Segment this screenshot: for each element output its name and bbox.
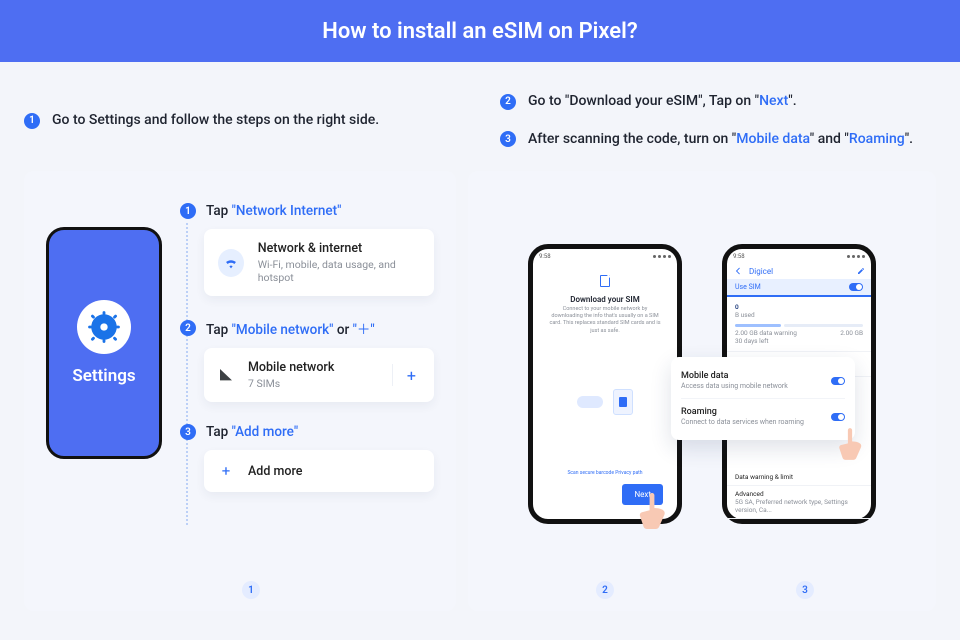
- sub-step-number-1: 1: [180, 203, 196, 219]
- sub-step-number-3: 3: [180, 424, 196, 440]
- sim-card-icon: [613, 389, 633, 415]
- roaming-sub: Connect to data services when roaming: [681, 418, 804, 426]
- carrier-title: Digicel: [749, 267, 773, 276]
- advanced-sub: 5G SA, Preferred network type, Settings …: [735, 498, 863, 514]
- status-time-3: 9:58: [733, 253, 745, 260]
- card-mobile-plus[interactable]: +: [392, 364, 420, 386]
- sub-step-3: 3 Tap "Add more" + Add more: [180, 424, 434, 492]
- intro-step-3-text: After scanning the code, turn on "Mobile…: [528, 130, 913, 150]
- sub-step-1: 1 Tap "Network Internet" Network & inter…: [180, 203, 434, 296]
- card-mobile-sub: 7 SIMs: [248, 377, 334, 390]
- card-network-sub: Wi-Fi, mobile, data usage, and hotspot: [258, 258, 420, 284]
- roaming-toggle[interactable]: [831, 413, 845, 421]
- pointer-hand-icon-2: [835, 426, 865, 462]
- mobile-data-toggle[interactable]: [831, 377, 845, 385]
- mobile-data-link: Mobile data: [736, 131, 809, 147]
- use-sim-row[interactable]: Use SIM: [727, 279, 871, 297]
- page-header: How to install an eSIM on Pixel?: [0, 0, 960, 62]
- appbar: Digicel: [727, 263, 871, 279]
- data-warning-limit: Data warning & limit: [735, 473, 863, 481]
- card-mobile-title: Mobile network: [248, 360, 334, 375]
- sub-steps-column: 1 Tap "Network Internet" Network & inter…: [180, 203, 434, 565]
- sub-step-3-text: Tap "Add more": [206, 424, 298, 440]
- use-sim-toggle[interactable]: [849, 283, 863, 291]
- next-button[interactable]: Next: [622, 484, 663, 505]
- card-add-more[interactable]: + Add more: [204, 450, 434, 492]
- advanced: Advanced: [735, 490, 863, 498]
- data-total: 2.00 GB: [840, 329, 863, 337]
- sim-icon: [600, 275, 610, 287]
- overlay-toggles-card: Mobile data Access data using mobile net…: [671, 357, 855, 440]
- panels-row: Settings 1 Tap "Network Internet" Networ…: [0, 161, 960, 631]
- step-number-1: 1: [24, 113, 40, 129]
- intro-step-2-text: Go to "Download your eSIM", Tap on "Next…: [528, 92, 797, 112]
- next-link: Next: [759, 93, 788, 109]
- step-number-3: 3: [500, 131, 516, 147]
- status-bar-2: 9:58: [533, 249, 677, 263]
- download-sim-footer: Scan secure barcode Privacy path: [561, 470, 648, 476]
- phone-mock-3: 9:58 Digicel Use SIM 0 B used: [722, 244, 876, 524]
- sub-step-2-text: Tap "Mobile network" or "＋": [206, 318, 375, 338]
- data-usage-used: B used: [735, 311, 863, 319]
- mobile-data-row[interactable]: Mobile data Access data using mobile net…: [681, 367, 845, 394]
- settings-label: Settings: [72, 366, 135, 386]
- download-sim-title: Download your SIM: [570, 295, 639, 304]
- panel-badge-1: 1: [242, 581, 260, 599]
- settings-phone-mock: Settings: [46, 227, 162, 459]
- intro-section: 1 Go to Settings and follow the steps on…: [0, 62, 960, 161]
- phone-mock-2: 9:58 Download your SIM Connect to your m…: [528, 244, 682, 524]
- mobile-data-title: Mobile data: [681, 371, 788, 381]
- data-days-left: 30 days left: [735, 337, 769, 345]
- right-panel: 9:58 Download your SIM Connect to your m…: [468, 171, 936, 611]
- plus-icon: +: [218, 462, 234, 480]
- panel-badge-2: 2: [596, 581, 614, 599]
- back-arrow-icon[interactable]: [733, 266, 743, 276]
- roaming-link: Roaming: [849, 131, 905, 147]
- download-sim-desc: Connect to your mobile network by downlo…: [539, 304, 671, 335]
- wifi-icon: [218, 249, 244, 277]
- card-network-title: Network & internet: [258, 241, 420, 256]
- signal-icon: [218, 367, 234, 383]
- left-panel: Settings 1 Tap "Network Internet" Networ…: [24, 171, 456, 611]
- intro-step-1-text: Go to Settings and follow the steps on t…: [52, 111, 379, 131]
- intro-left: 1 Go to Settings and follow the steps on…: [24, 92, 480, 149]
- use-sim-label: Use SIM: [735, 283, 761, 291]
- pointer-hand-icon: [635, 491, 669, 531]
- status-time-2: 9:58: [539, 253, 551, 260]
- sub-step-1-text: Tap "Network Internet": [206, 203, 341, 219]
- intro-right: 2 Go to "Download your eSIM", Tap on "Ne…: [480, 92, 936, 149]
- cloud-icon: [577, 396, 603, 408]
- roaming-title: Roaming: [681, 407, 804, 417]
- mobile-data-sub: Access data using mobile network: [681, 382, 788, 390]
- gear-icon: [87, 310, 121, 344]
- card-mobile-network[interactable]: Mobile network 7 SIMs +: [204, 348, 434, 402]
- page-title: How to install an eSIM on Pixel?: [322, 19, 637, 44]
- card-addmore-title: Add more: [248, 464, 302, 479]
- card-network-internet[interactable]: Network & internet Wi-Fi, mobile, data u…: [204, 229, 434, 296]
- data-warning: 2.00 GB data warning: [735, 329, 797, 337]
- gear-icon-wrap: [77, 300, 131, 354]
- roaming-row[interactable]: Roaming Connect to data services when ro…: [681, 398, 845, 430]
- edit-icon[interactable]: [857, 267, 865, 275]
- data-usage-zero: 0: [735, 303, 863, 311]
- sub-step-number-2: 2: [180, 320, 196, 336]
- status-bar-3: 9:58: [727, 249, 871, 263]
- download-sim-illustration: [539, 389, 671, 415]
- sub-step-2: 2 Tap "Mobile network" or "＋" Mobile net…: [180, 318, 434, 402]
- step-number-2: 2: [500, 94, 516, 110]
- panel-badge-3: 3: [796, 581, 814, 599]
